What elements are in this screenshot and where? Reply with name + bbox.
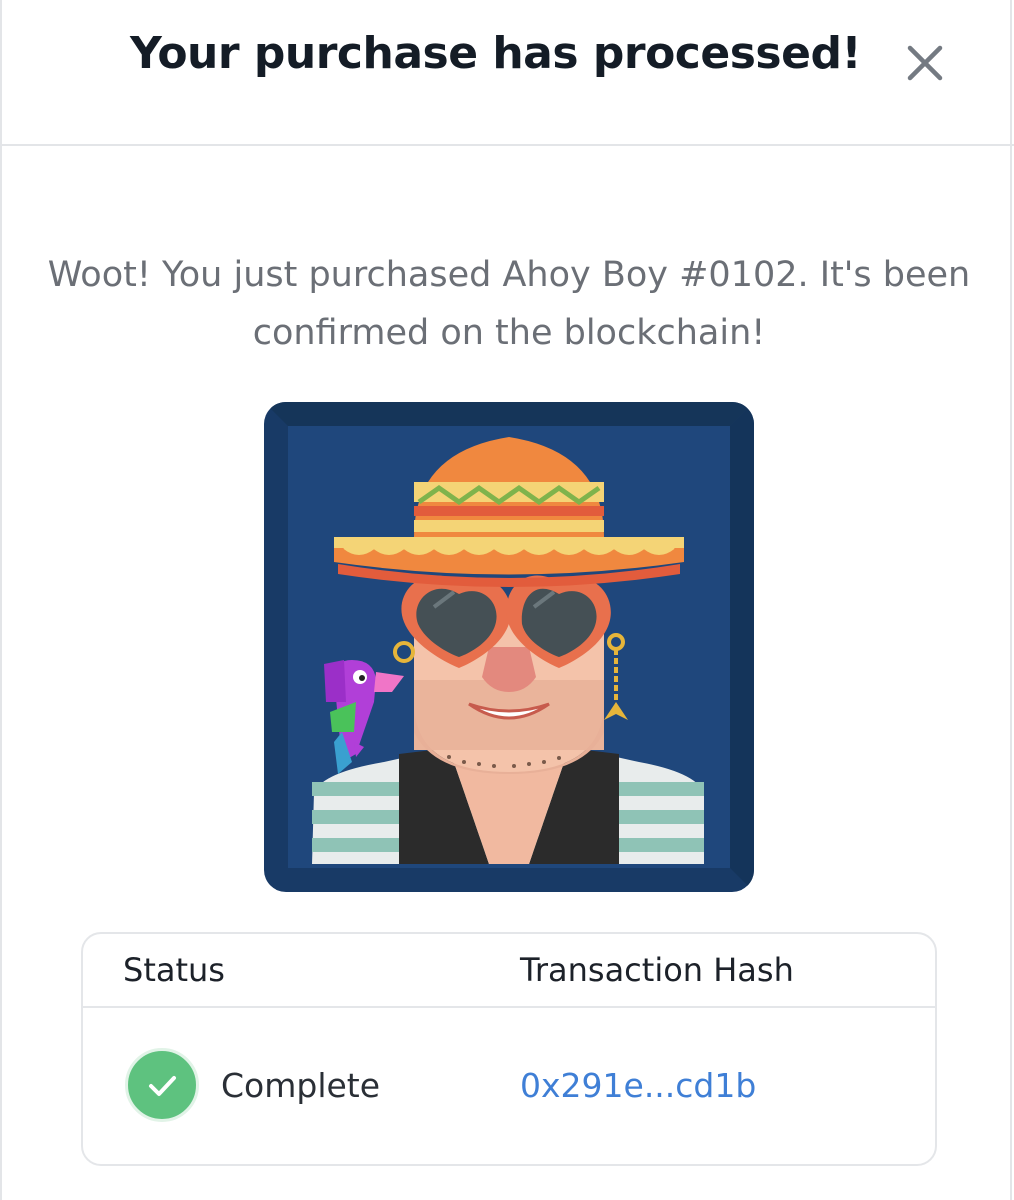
check-circle-icon bbox=[125, 1048, 199, 1122]
hash-column-header: Transaction Hash bbox=[520, 951, 794, 989]
purchase-modal: Your purchase has processed! Woot! You j… bbox=[0, 0, 1014, 1200]
status-value: Complete bbox=[221, 1066, 381, 1105]
purchase-message: Woot! You just purchased Ahoy Boy #0102.… bbox=[47, 255, 971, 353]
status-column-header: Status bbox=[123, 951, 225, 989]
nft-image bbox=[264, 402, 754, 892]
transaction-card: Status Transaction Hash Complete 0x291e.… bbox=[81, 932, 937, 1166]
close-icon[interactable] bbox=[902, 40, 948, 86]
transaction-hash-link[interactable]: 0x291e...cd1b bbox=[520, 1066, 756, 1105]
modal-title: Your purchase has processed! bbox=[130, 28, 862, 79]
transaction-card-header: Status Transaction Hash bbox=[83, 934, 935, 1008]
modal-header: Your purchase has processed! bbox=[2, 0, 1014, 146]
ahoy-boy-avatar bbox=[264, 402, 754, 892]
